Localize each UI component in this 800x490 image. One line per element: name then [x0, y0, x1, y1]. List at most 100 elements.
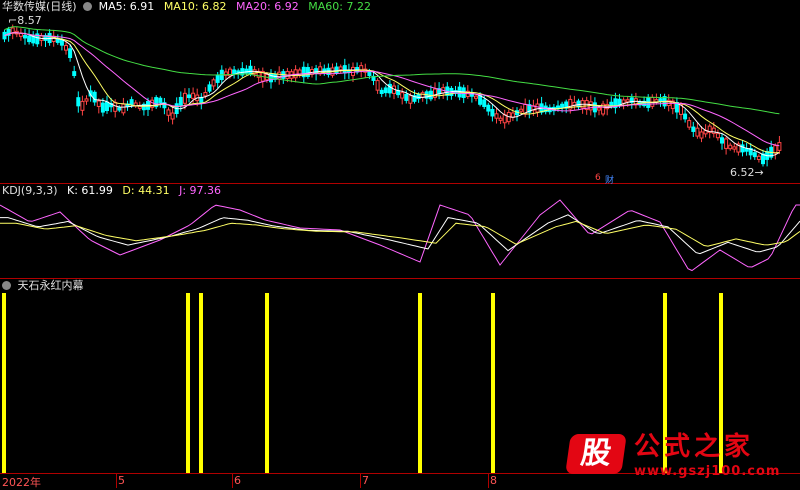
candle-body	[498, 117, 503, 121]
candle-body	[383, 87, 388, 94]
high-arrow-icon: ⌐	[8, 14, 18, 27]
candle-body	[23, 35, 27, 39]
signal-bar	[418, 293, 422, 473]
candle-body	[486, 104, 491, 112]
candle-body	[732, 146, 737, 150]
x-tick-6: 6	[234, 474, 241, 487]
candle-body	[416, 93, 421, 100]
kdj-k-label: K: 61.99	[67, 184, 113, 197]
stock-chart[interactable]	[0, 0, 800, 488]
candle-body	[720, 137, 724, 144]
candle-body	[519, 108, 524, 112]
candle-body	[420, 92, 425, 98]
settings-dot-icon[interactable]	[83, 2, 93, 11]
main-pane-header: 华数传媒(日线) MA5: 6.91 MA10: 6.82 MA20: 6.92…	[2, 0, 371, 14]
candle-body	[715, 133, 720, 139]
kdj-d-label: D: 44.31	[122, 184, 170, 197]
candle-body	[96, 100, 101, 107]
candle-body	[203, 92, 208, 97]
candle-body	[699, 131, 704, 139]
candle-body	[187, 94, 191, 99]
ma5-line	[4, 32, 780, 157]
candle-body	[105, 101, 109, 112]
ma10-line	[4, 32, 780, 154]
candle-body	[408, 95, 413, 104]
kdj-j-label: J: 97.36	[179, 184, 222, 197]
high-price-marker: ⌐8.57	[8, 14, 42, 27]
candle-body	[683, 113, 688, 120]
candle-body	[711, 127, 716, 134]
candlestick-series	[2, 24, 782, 167]
signal-bar	[186, 293, 190, 473]
candle-body	[744, 148, 749, 152]
candle-body	[314, 68, 319, 74]
candle-body	[31, 35, 36, 44]
watermark-logo-icon: 股	[565, 434, 627, 474]
ma20-label: MA20: 6.92	[236, 0, 299, 13]
signal-title: 天石永红内幕	[17, 279, 84, 292]
candle-body	[687, 120, 692, 128]
candle-body	[625, 99, 630, 103]
candle-body	[597, 107, 601, 111]
candle-body	[84, 98, 89, 102]
low-price-marker: 6.52→	[730, 166, 764, 179]
candle-body	[113, 101, 118, 112]
candle-body	[215, 74, 220, 83]
event-badge-6[interactable]: 6	[594, 173, 602, 183]
candle-body	[761, 153, 765, 165]
candle-body	[248, 65, 253, 75]
candle-body	[117, 107, 122, 111]
settings-dot-icon[interactable]	[2, 281, 11, 290]
candle-body	[404, 93, 409, 101]
candle-body	[76, 97, 81, 107]
ma60-label: MA60: 7.22	[308, 0, 371, 13]
candle-body	[752, 152, 757, 158]
candle-body	[64, 45, 68, 51]
candle-body	[724, 138, 729, 149]
candle-body	[27, 35, 32, 43]
candle-body	[338, 66, 343, 71]
signal-bar	[199, 293, 203, 473]
candle-body	[621, 99, 626, 104]
candle-body	[695, 127, 700, 137]
signal-bar	[2, 293, 6, 473]
stock-title: 华数传媒(日线)	[2, 0, 77, 13]
candle-body	[72, 71, 77, 77]
watermark-title: 公式之家	[634, 432, 755, 462]
candle-body	[560, 103, 565, 109]
signal-pane-header: 天石永红内幕	[2, 279, 84, 293]
kdj-title: KDJ(9,3,3)	[2, 184, 58, 197]
candle-body	[80, 100, 85, 111]
candle-body	[92, 91, 97, 103]
candle-body	[178, 96, 183, 106]
candle-body	[334, 66, 339, 74]
candle-body	[756, 155, 761, 160]
candle-body	[777, 142, 782, 151]
candle-body	[773, 145, 778, 154]
candle-body	[232, 69, 237, 75]
kdj-line	[0, 199, 800, 272]
candle-body	[482, 99, 487, 108]
candle-body	[68, 48, 73, 59]
candle-body	[494, 113, 499, 119]
watermark-url: www.gszj100.com	[634, 464, 781, 479]
candle-body	[166, 109, 171, 116]
watermark: 股 公式之家 www.gszj100.com	[565, 432, 781, 482]
signal-bar	[265, 293, 269, 473]
candle-body	[740, 144, 745, 153]
candle-body	[129, 99, 134, 105]
candle-body	[400, 92, 405, 99]
candle-body	[375, 80, 380, 91]
candle-body	[211, 79, 216, 87]
candle-body	[351, 66, 355, 76]
x-tick-5: 5	[118, 474, 125, 487]
x-tick-7: 7	[362, 474, 369, 487]
signal-bar	[491, 293, 495, 473]
candle-body	[207, 84, 212, 92]
kdj-lines	[0, 199, 800, 272]
candle-body	[182, 92, 187, 104]
ma10-label: MA10: 6.82	[163, 0, 227, 13]
kdj-line	[0, 214, 800, 255]
moving-average-lines	[4, 26, 780, 157]
finance-badge[interactable]: 财	[604, 173, 615, 186]
